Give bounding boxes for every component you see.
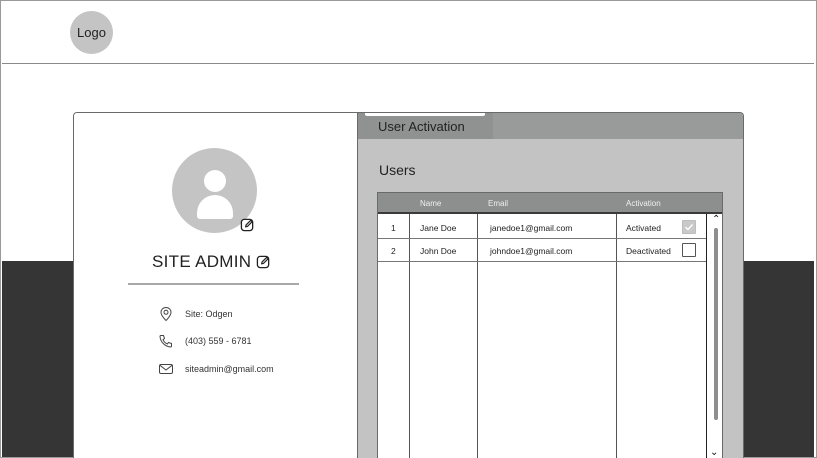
tab-bar: User Activation xyxy=(358,113,743,139)
logo[interactable]: Logo xyxy=(70,11,113,54)
name-divider xyxy=(128,283,299,285)
active-tab-indicator xyxy=(365,113,485,116)
edit-name-icon[interactable] xyxy=(256,254,271,269)
email-text[interactable]: siteadmin@gmail.com xyxy=(185,364,274,374)
row-name: Jane Doe xyxy=(420,223,457,233)
edit-avatar-icon[interactable] xyxy=(240,217,255,232)
row-number: 2 xyxy=(391,246,396,256)
email-info: siteadmin@gmail.com xyxy=(158,361,274,377)
row-email: janedoe1@gmail.com xyxy=(490,223,573,233)
row-name: John Doe xyxy=(420,246,457,256)
phone-icon xyxy=(159,335,172,348)
activation-checkbox[interactable] xyxy=(682,220,696,234)
table-row[interactable]: 1 Jane Doe janedoe1@gmail.com Activated xyxy=(378,216,706,239)
table-header: Name Email Activation xyxy=(378,193,722,214)
profile-panel: SITE ADMIN Site: Odgen (403) 559 - 6781 xyxy=(74,113,357,458)
table-row[interactable]: 2 John Doe johndoe1@gmail.com Deactivate… xyxy=(378,239,706,262)
users-table: Name Email Activation 1 Jane Doe janedoe… xyxy=(377,192,723,458)
top-header: Logo xyxy=(2,1,814,64)
user-activation-panel: User Activation Users Name Email Activat… xyxy=(357,113,743,458)
row-number: 1 xyxy=(391,223,396,233)
phone-info: (403) 559 - 6781 xyxy=(158,333,252,349)
location-pin-icon xyxy=(160,306,172,322)
tab-label: User Activation xyxy=(378,119,465,134)
table-scrollbar[interactable]: ⌃ ⌄ xyxy=(706,214,722,458)
tab-user-activation[interactable]: User Activation xyxy=(358,113,493,139)
scroll-down-icon[interactable]: ⌄ xyxy=(710,447,718,458)
scroll-thumb[interactable] xyxy=(714,228,718,420)
scroll-up-icon[interactable]: ⌃ xyxy=(712,214,720,225)
users-heading: Users xyxy=(379,162,416,178)
avatar-head-shape xyxy=(204,170,226,192)
check-icon xyxy=(685,224,694,231)
site-text: Site: Odgen xyxy=(185,309,233,319)
site-info: Site: Odgen xyxy=(158,306,233,322)
column-header-name: Name xyxy=(420,199,442,208)
activation-checkbox[interactable] xyxy=(682,243,696,257)
column-header-activation: Activation xyxy=(626,199,661,208)
mail-icon xyxy=(159,364,173,374)
column-header-email: Email xyxy=(488,199,509,208)
avatar-body-shape xyxy=(197,195,233,219)
row-status: Deactivated xyxy=(626,246,671,256)
row-status: Activated xyxy=(626,223,661,233)
row-email: johndoe1@gmail.com xyxy=(490,246,573,256)
admin-card: SITE ADMIN Site: Odgen (403) 559 - 6781 xyxy=(73,112,744,458)
phone-text: (403) 559 - 6781 xyxy=(185,336,252,346)
